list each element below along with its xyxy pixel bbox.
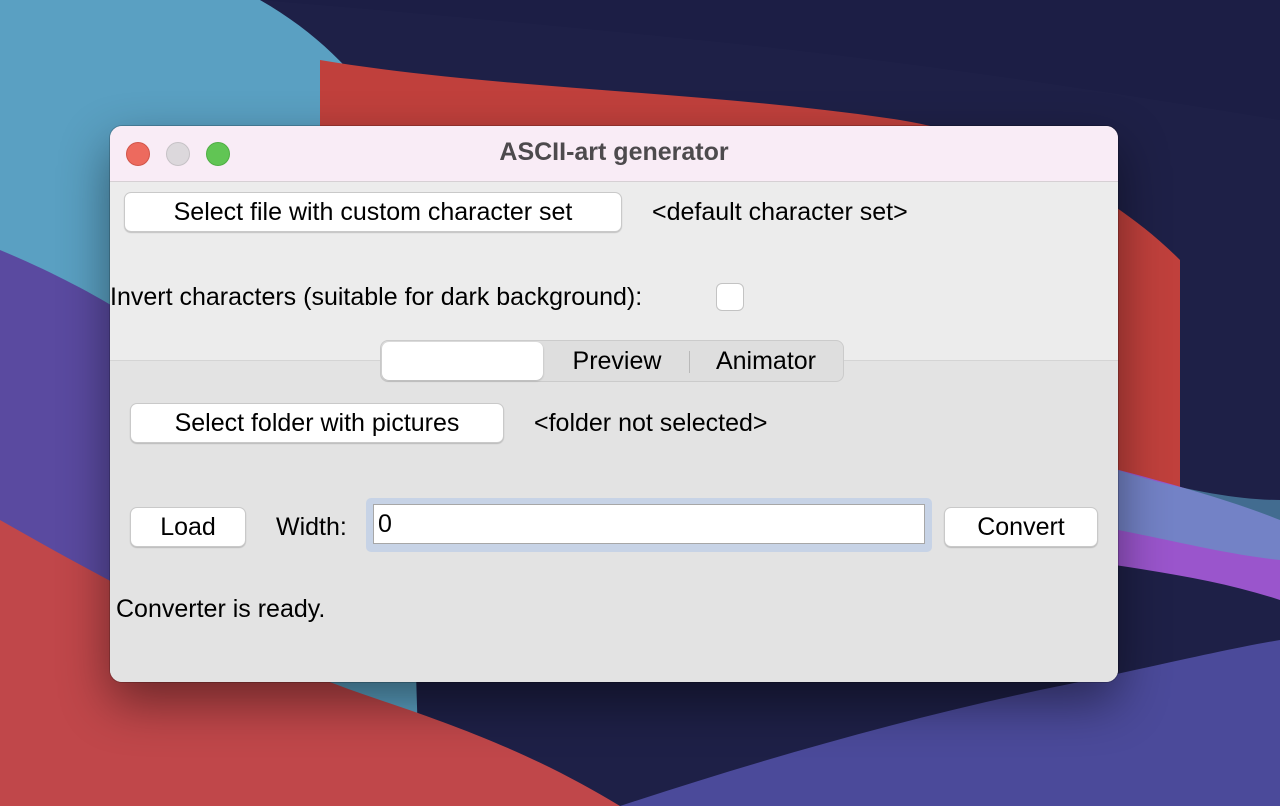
- tab-divider: [689, 351, 690, 373]
- convert-button[interactable]: Convert: [944, 507, 1098, 547]
- select-charset-file-button[interactable]: Select file with custom character set: [124, 192, 622, 232]
- load-button[interactable]: Load: [130, 507, 246, 547]
- width-label: Width:: [276, 513, 347, 541]
- charset-path-label: <default character set>: [652, 198, 908, 226]
- width-input-focus-ring: 0: [366, 498, 932, 552]
- status-text: Converter is ready.: [116, 595, 326, 623]
- tab-animator[interactable]: Animator: [691, 341, 841, 381]
- invert-characters-checkbox[interactable]: [716, 283, 744, 311]
- tab-bar: Preview Animator: [380, 340, 844, 382]
- title-bar: ASCII-art generator: [110, 126, 1118, 182]
- desktop: ASCII-art generator Select file with cus…: [0, 0, 1280, 806]
- tab-converter[interactable]: [382, 342, 543, 380]
- width-input[interactable]: 0: [373, 504, 925, 544]
- tab-preview[interactable]: Preview: [547, 341, 687, 381]
- app-window: ASCII-art generator Select file with cus…: [110, 126, 1118, 682]
- invert-characters-label: Invert characters (suitable for dark bac…: [110, 283, 643, 311]
- select-folder-button[interactable]: Select folder with pictures: [130, 403, 504, 443]
- window-title: ASCII-art generator: [499, 138, 729, 166]
- folder-path-label: <folder not selected>: [534, 409, 768, 437]
